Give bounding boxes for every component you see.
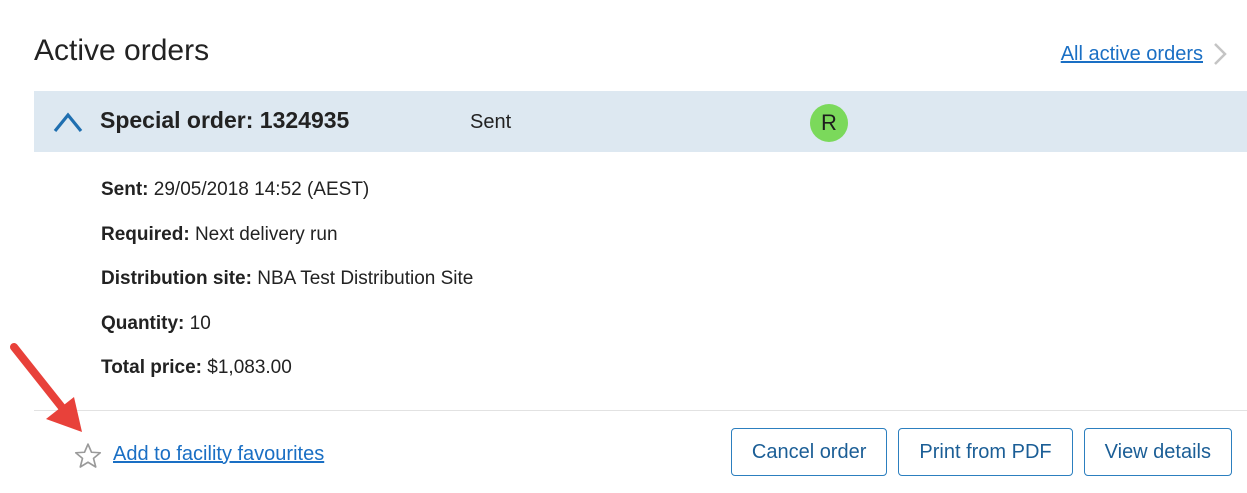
print-pdf-button[interactable]: Print from PDF [898, 428, 1073, 476]
detail-value: 29/05/2018 14:52 (AEST) [153, 179, 370, 200]
detail-label: Total price: [101, 357, 208, 378]
add-to-favourites-link[interactable]: Add to facility favourites [113, 443, 324, 466]
avatar: R [810, 104, 848, 142]
all-active-orders[interactable]: All active orders [1061, 42, 1227, 66]
detail-value: 10 [189, 312, 211, 334]
view-details-button[interactable]: View details [1083, 428, 1232, 476]
detail-label: Required: [101, 223, 195, 245]
detail-sent: Sent: 29/05/2018 14:52 (AEST) [101, 172, 473, 217]
detail-label: Distribution site: [101, 268, 258, 289]
chevron-up-icon[interactable] [52, 109, 84, 135]
detail-value: NBA Test Distribution Site [257, 268, 474, 289]
detail-label: Sent: [101, 179, 154, 200]
detail-value: $1,083.00 [207, 357, 292, 378]
order-status: Sent [470, 111, 512, 133]
detail-value: Next delivery run [194, 223, 338, 245]
detail-required: Required: Next delivery run [101, 217, 473, 262]
add-to-favourites[interactable]: Add to facility favourites [73, 437, 324, 471]
all-active-orders-link[interactable]: All active orders [1061, 43, 1203, 66]
star-outline-icon[interactable] [73, 441, 103, 471]
divider [34, 410, 1247, 411]
cancel-order-button[interactable]: Cancel order [730, 428, 888, 476]
detail-quantity: Quantity: 10 [101, 306, 473, 351]
order-header: Special order: 1324935 Sent R [34, 91, 1247, 152]
annotation-arrow-icon [10, 343, 82, 432]
order-title: Special order: 1324935 [100, 107, 350, 133]
page-title: Active orders [34, 34, 210, 67]
order-actions: Cancel order Print from PDF View details [720, 428, 1232, 476]
chevron-right-icon[interactable] [1213, 42, 1227, 66]
order-details: Sent: 29/05/2018 14:52 (AEST) Required: … [101, 172, 473, 395]
detail-label: Quantity: [101, 312, 190, 334]
detail-distribution-site: Distribution site: NBA Test Distribution… [101, 261, 473, 306]
detail-total-price: Total price: $1,083.00 [101, 350, 473, 395]
